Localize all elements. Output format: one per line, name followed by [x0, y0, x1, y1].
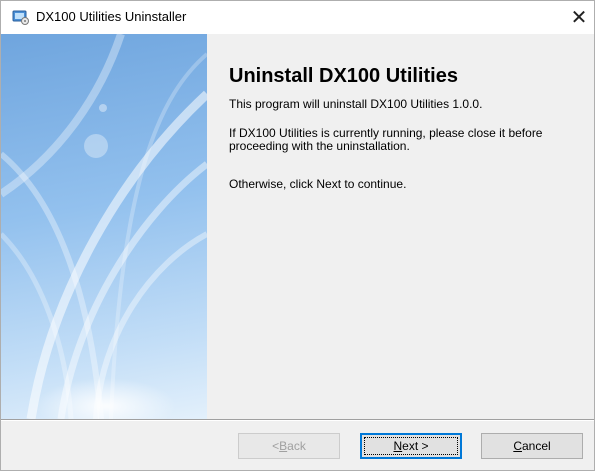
window-title: DX100 Utilities Uninstaller	[36, 9, 187, 24]
running-warning-text: If DX100 Utilities is currently running,…	[229, 126, 543, 153]
focus-rectangle	[364, 437, 458, 455]
back-accel: B	[279, 439, 288, 453]
back-prefix: <	[272, 439, 280, 453]
page-heading: Uninstall DX100 Utilities	[229, 65, 458, 87]
uninstaller-window: DX100 Utilities Uninstaller ✕ Uninstall …	[0, 0, 595, 471]
cancel-accel: C	[513, 439, 522, 453]
cancel-label-rest: ancel	[521, 439, 551, 453]
intro-text: This program will uninstall DX100 Utilit…	[229, 97, 483, 111]
continue-instruction-text: Otherwise, click Next to continue.	[229, 177, 407, 191]
cancel-button[interactable]: Cancel	[481, 433, 583, 459]
next-button[interactable]: Next >	[360, 433, 462, 459]
back-label-rest: ack	[287, 439, 306, 453]
installer-app-icon	[12, 10, 29, 25]
banner-swirl-graphic	[1, 34, 207, 419]
wizard-banner-image	[1, 34, 207, 419]
close-icon: ✕	[570, 7, 588, 29]
wizard-footer: < Back Next > Cancel	[1, 421, 594, 470]
wizard-content-panel: Uninstall DX100 Utilities This program w…	[207, 34, 594, 419]
back-button[interactable]: < Back	[238, 433, 340, 459]
close-button[interactable]: ✕	[564, 1, 594, 34]
title-bar[interactable]: DX100 Utilities Uninstaller ✕	[1, 1, 594, 34]
